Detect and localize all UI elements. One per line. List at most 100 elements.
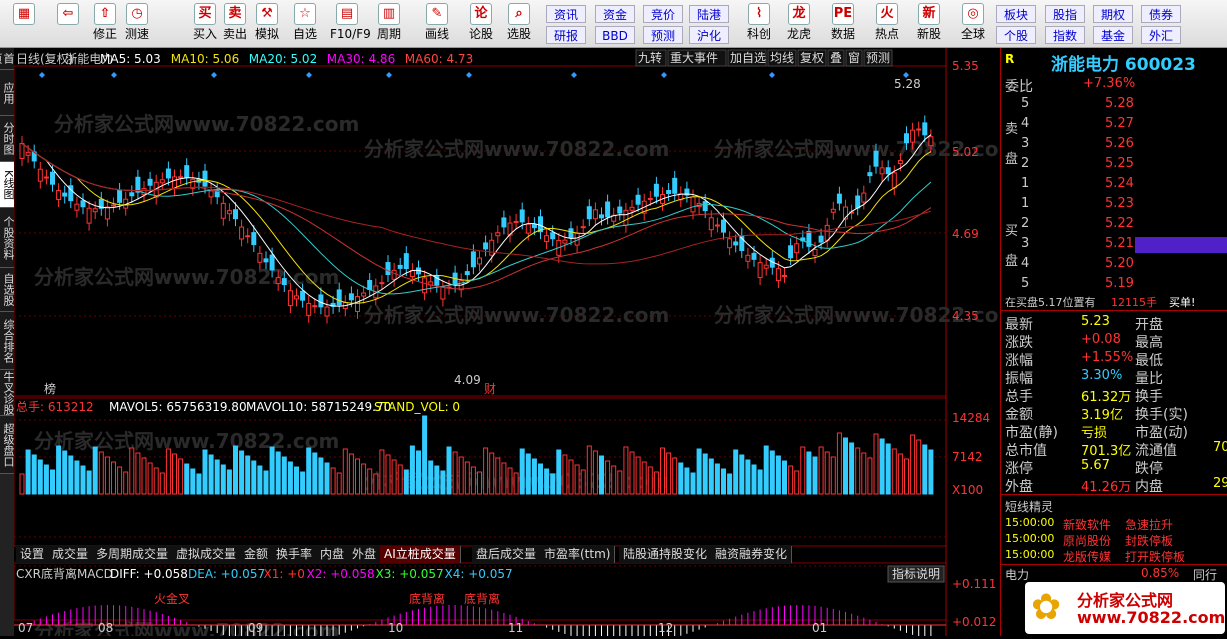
toolbar-link-1-0[interactable]: 研报	[546, 26, 586, 44]
svg-text:窗: 窗	[848, 51, 860, 65]
toolbar-link-2-3[interactable]: 债券	[1141, 5, 1181, 23]
toolbar-button-pen[interactable]: ✎ 画线	[420, 3, 454, 45]
toolbar-button-magnify[interactable]: ⌕ 选股	[502, 3, 536, 45]
volume-bar	[190, 468, 196, 495]
candle	[446, 279, 452, 295]
toolbar-button-chart[interactable]: ⌇ 科创	[742, 3, 776, 45]
indicator-tab-3[interactable]: 虚拟成交量	[172, 546, 242, 563]
event-diamond[interactable]	[661, 72, 667, 78]
event-diamond[interactable]	[386, 72, 392, 78]
candle	[635, 187, 641, 212]
watermark: 分析家公式网www.70822.com	[364, 303, 669, 327]
volume-bar	[696, 448, 702, 495]
indicator-tab-9[interactable]: 盘后成交量	[472, 546, 542, 563]
cai-marker[interactable]: 财	[484, 382, 496, 396]
candle	[141, 181, 147, 203]
indicator-tab-12[interactable]: 融资融券变化	[711, 546, 793, 563]
globe-icon: ◎	[962, 3, 984, 25]
stat-label-2: 开盘	[1135, 317, 1163, 333]
toolbar-link-2-0[interactable]: 板块	[996, 5, 1036, 23]
toolbar-button-sell[interactable]: 卖卖出	[218, 3, 252, 45]
side-tab-1[interactable]: 应用	[0, 70, 15, 116]
chart-button-1[interactable]: 重大事件	[667, 49, 727, 67]
toolbar-button-hammer[interactable]: ⚒ 模拟	[250, 3, 284, 45]
toolbar-button-f10[interactable]: ▤ F10/F9	[330, 3, 371, 45]
candle	[916, 121, 922, 137]
toolbar-button-clock[interactable]: ◷ 测速	[120, 3, 154, 45]
toolbar-link-1-2[interactable]: 预测	[643, 26, 683, 44]
side-tab-7[interactable]: 牛叉诊股	[0, 370, 15, 416]
bang-marker[interactable]: 榜	[44, 381, 56, 396]
event-diamond[interactable]	[111, 72, 117, 78]
indicator-tab-8[interactable]: AI立桩成交量	[380, 546, 461, 563]
side-tab-4[interactable]: 个股资料	[0, 208, 15, 268]
chart-button-6[interactable]: 窗	[845, 49, 863, 67]
toolbar-button-pe[interactable]: PE 数据	[826, 3, 860, 45]
side-tab-3[interactable]: K线图	[0, 162, 15, 208]
ask-price: 5.26	[1105, 136, 1134, 151]
indicator-tab-5[interactable]: 换手率	[272, 546, 318, 563]
kline-chart[interactable]: 分析家公式网www.70822.com 分析家公式网www.70822.com 分析…	[13, 48, 1019, 639]
side-tab-6[interactable]: 综合排名	[0, 312, 15, 370]
side-tab-2[interactable]: 分时图	[0, 116, 15, 162]
toolbar-button-buy[interactable]: 买买入	[188, 3, 222, 45]
toolbar-link-2-1[interactable]: 股指	[1045, 5, 1085, 23]
chart-button-3[interactable]: 均线	[767, 49, 797, 67]
toolbar-button-globe[interactable]: ◎ 全球	[956, 3, 990, 45]
toolbar-button-up-arrow[interactable]: ⇧ 修正	[88, 3, 122, 45]
event-diamond[interactable]	[571, 72, 577, 78]
toolbar-link-3-2[interactable]: 基金	[1093, 26, 1133, 44]
indicator-tab-11[interactable]: 陆股通持股变化	[619, 546, 713, 563]
toolbar-button-talk[interactable]: 论论股	[464, 3, 498, 45]
watermark: 分析家公式网www.70822.com	[364, 137, 669, 161]
magnify-icon: ⌕	[508, 3, 530, 25]
volume-bar	[281, 456, 287, 495]
toolbar-link-2-2[interactable]: 期权	[1093, 5, 1133, 23]
chart-button-0[interactable]: 九转	[635, 49, 667, 67]
toolbar-button-grid[interactable]: ▦	[6, 3, 42, 45]
volume-bar	[629, 451, 635, 495]
toolbar-link-3-3[interactable]: 外汇	[1141, 26, 1181, 44]
chart-button-2[interactable]: 加自选	[727, 49, 767, 67]
toolbar-button-dragon[interactable]: 龙龙虎	[782, 3, 816, 45]
toolbar-button-ipo[interactable]: 新新股	[912, 3, 946, 45]
toolbar-link-1-1[interactable]: BBD	[595, 26, 635, 44]
toolbar-link-0-0[interactable]: 资讯	[546, 5, 586, 23]
toolbar-button-fire[interactable]: 火热点	[870, 3, 904, 45]
toolbar-button-period[interactable]: ▥ 周期	[372, 3, 406, 45]
toolbar-link-0-2[interactable]: 竞价	[643, 5, 683, 23]
indicator-help-button[interactable]: 指标说明	[887, 565, 945, 583]
toolbar-link-3-0[interactable]: 个股	[996, 26, 1036, 44]
event-diamond[interactable]	[769, 72, 775, 78]
volume-bar	[458, 456, 464, 495]
volume-bar	[501, 462, 507, 495]
indicator-tab-2[interactable]: 多周期成交量	[92, 546, 174, 563]
indicator-tab-1[interactable]: 成交量	[48, 546, 94, 563]
volume-bar	[68, 455, 74, 495]
side-tab-8[interactable]: 超级盘口	[0, 416, 15, 474]
candle	[147, 171, 153, 193]
event-diamond[interactable]	[466, 72, 472, 78]
event-diamond[interactable]	[306, 72, 312, 78]
volume-bar	[763, 445, 769, 495]
toolbar-link-0-3[interactable]: 陆港	[689, 5, 729, 23]
indicator-tab-0[interactable]: 设置	[16, 546, 50, 563]
chart-button-4[interactable]: 复权	[797, 49, 827, 67]
toolbar-link-0-1[interactable]: 资金	[595, 5, 635, 23]
side-tab-5[interactable]: 自选股	[0, 268, 15, 312]
event-diamond[interactable]	[211, 72, 217, 78]
chart-button-5[interactable]: 叠	[827, 49, 845, 67]
toolbar-link-3-1[interactable]: 指数	[1045, 26, 1085, 44]
event-diamond[interactable]	[39, 72, 45, 78]
toolbar-button-back-arrow[interactable]: ⇦	[50, 3, 86, 45]
news-time: 15:00:00	[1005, 516, 1055, 529]
indicator-tab-7[interactable]: 外盘	[348, 546, 382, 563]
toolbar-link-1-3[interactable]: 沪化	[689, 26, 729, 44]
indicator-tab-4[interactable]: 金额	[240, 546, 274, 563]
chart-button-7[interactable]: 预测	[863, 49, 893, 67]
indicator-tab-10[interactable]: 市盈率(ttm)	[540, 546, 616, 563]
side-tab-0[interactable]: 首页	[0, 48, 15, 70]
indicator-tab-6[interactable]: 内盘	[316, 546, 350, 563]
toolbar-button-star[interactable]: ☆ 自选	[288, 3, 322, 45]
volume-bar	[141, 457, 147, 495]
